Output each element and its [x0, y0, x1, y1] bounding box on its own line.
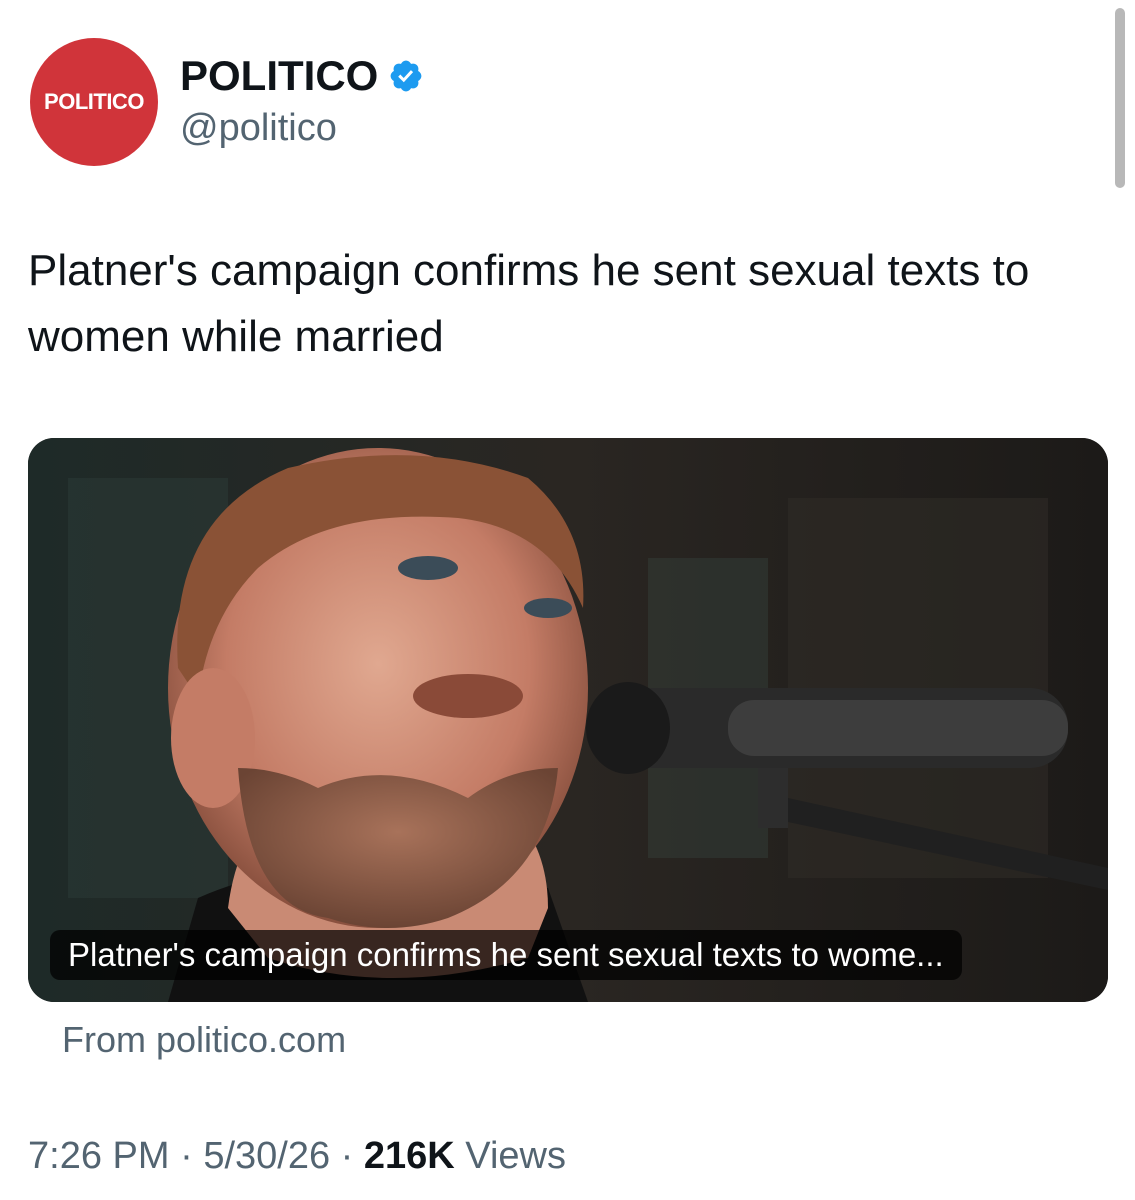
display-name[interactable]: POLITICO	[180, 52, 378, 100]
tweet-page: POLITICO POLITICO @politico Platner's ca…	[0, 0, 1135, 1200]
tweet-header: POLITICO POLITICO @politico	[30, 38, 424, 166]
tweet-time[interactable]: 7:26 PM	[28, 1135, 170, 1177]
scrollbar[interactable]	[1115, 8, 1125, 188]
views-label: Views	[465, 1135, 566, 1177]
verified-badge-icon	[388, 58, 424, 94]
card-source[interactable]: From politico.com	[62, 1018, 346, 1062]
meta-separator: ·	[180, 1135, 193, 1177]
tweet-date[interactable]: 5/30/26	[203, 1135, 330, 1177]
author-names: POLITICO @politico	[180, 52, 424, 152]
card-photo	[28, 438, 1108, 1002]
tweet-text: Platner's campaign confirms he sent sexu…	[28, 246, 1030, 361]
meta-separator: ·	[340, 1135, 354, 1177]
card-caption: Platner's campaign confirms he sent sexu…	[50, 930, 962, 980]
link-card[interactable]: Platner's campaign confirms he sent sexu…	[28, 438, 1108, 1002]
avatar-logo-text: POLITICO	[44, 89, 144, 114]
tweet-meta: 7:26 PM · 5/30/26 · 216K Views	[28, 1132, 566, 1180]
author-handle[interactable]: @politico	[180, 104, 424, 152]
display-name-row: POLITICO	[180, 52, 424, 100]
views-count: 216K	[363, 1135, 455, 1177]
avatar[interactable]: POLITICO	[30, 38, 158, 166]
